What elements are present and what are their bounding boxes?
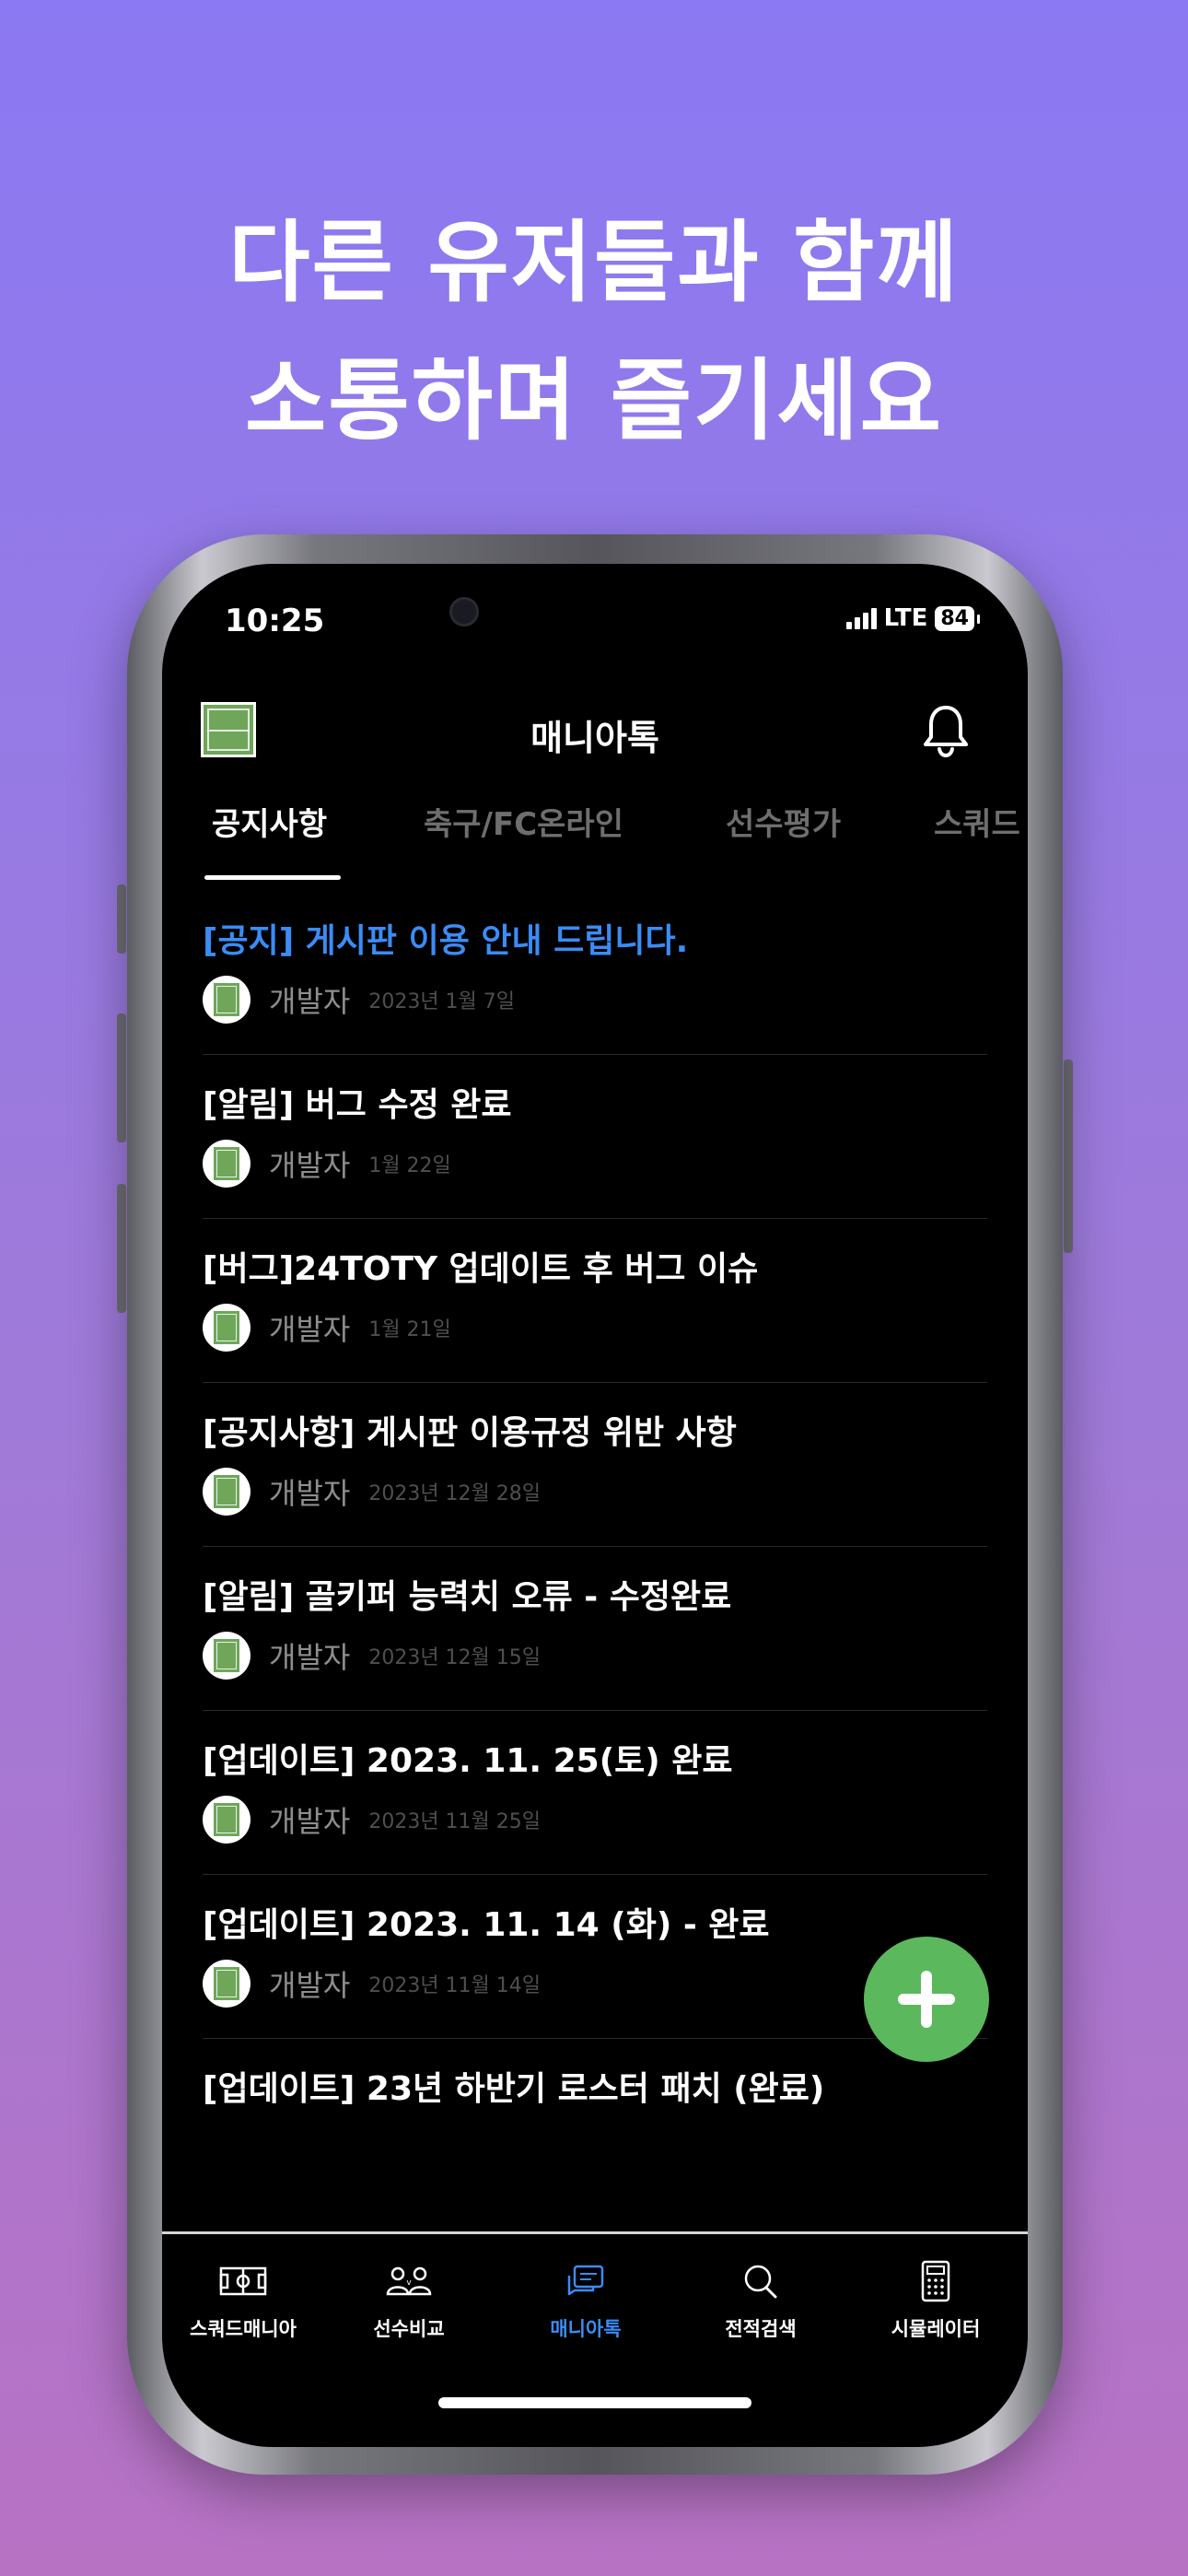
- promo-line-1: 다른 유저들과 함께: [228, 211, 960, 314]
- post-author: 개발자: [269, 1968, 351, 2003]
- list-item[interactable]: [공지사항] 게시판 이용규정 위반 사항 개발자 2023년 12월 28일: [203, 1383, 987, 1547]
- list-item[interactable]: [알림] 버그 수정 완료 개발자 1월 22일: [203, 1055, 987, 1219]
- avatar: [203, 1468, 250, 1516]
- pitch-formation-icon: [219, 2266, 267, 2296]
- nav-mania-talk[interactable]: 매니아톡: [503, 2259, 669, 2342]
- promo-headline: 다른 유저들과 함께 소통하며 즐기세요: [0, 193, 1188, 470]
- dynamic-island: [489, 590, 701, 650]
- post-title: [업데이트] 23년 하반기 로스터 패치 (완료): [203, 2070, 825, 2108]
- avatar: [203, 1632, 250, 1680]
- post-meta: 개발자 1월 22일: [203, 1140, 451, 1188]
- post-date: 2023년 12월 15일: [368, 1646, 542, 1669]
- page-title: 매니아톡: [530, 718, 659, 758]
- post-date: 1월 21일: [368, 1318, 451, 1341]
- bottom-nav-divider: [162, 2231, 1028, 2234]
- nav-squad-mania[interactable]: 스쿼드매니아: [162, 2259, 326, 2342]
- active-tab-indicator: [204, 875, 341, 880]
- phone-side-button: [1064, 1060, 1073, 1253]
- bell-icon[interactable]: [919, 702, 973, 759]
- post-author: 개발자: [269, 1476, 351, 1511]
- battery-icon: 84: [935, 605, 980, 631]
- post-title: [버그]24TOTY 업데이트 후 버그 이슈: [203, 1250, 759, 1288]
- phone-volume-up-button: [117, 1013, 126, 1142]
- avatar: [203, 1960, 250, 2008]
- avatar: [203, 1796, 250, 1844]
- search-icon: [744, 2265, 777, 2299]
- category-tabs: 공지사항 축구/FC온라인 선수평가 스쿼드: [162, 799, 1028, 863]
- phone-screen: 10:25 LTE 84 매니아톡 공지사항 축구/FC온라인 선수평가 스쿼드…: [162, 564, 1028, 2447]
- status-indicators: LTE 84: [845, 604, 980, 632]
- tab-soccer-fc-online[interactable]: 축구/FC온라인: [424, 799, 623, 844]
- post-author: 개발자: [269, 1148, 351, 1183]
- network-label: LTE: [883, 604, 928, 632]
- list-item[interactable]: [알림] 골키퍼 능력치 오류 - 수정완료 개발자 2023년 12월 15일: [203, 1547, 987, 1711]
- post-date: 2023년 1월 7일: [368, 990, 516, 1013]
- nav-record-search[interactable]: 전적검색: [678, 2259, 844, 2342]
- promo-line-2: 소통하며 즐기세요: [245, 349, 943, 452]
- post-meta: 개발자 1월 21일: [203, 1304, 451, 1352]
- post-title: [알림] 골키퍼 능력치 오류 - 수정완료: [203, 1578, 732, 1616]
- nav-label: 선수비교: [373, 2318, 445, 2340]
- post-title: [공지] 게시판 이용 안내 드립니다.: [203, 922, 689, 960]
- app-bar: 매니아톡: [162, 684, 1028, 776]
- post-date: 1월 22일: [368, 1154, 451, 1177]
- post-meta: 개발자 2023년 12월 28일: [203, 1468, 541, 1516]
- list-item[interactable]: [업데이트] 2023. 11. 25(토) 완료 개발자 2023년 11월 …: [203, 1711, 987, 1875]
- home-indicator[interactable]: [438, 2397, 751, 2408]
- add-post-button[interactable]: [864, 1937, 989, 2062]
- nav-label: 스쿼드매니아: [190, 2318, 297, 2340]
- post-meta: 개발자 2023년 11월 25일: [203, 1796, 541, 1844]
- post-date: 2023년 11월 25일: [368, 1810, 542, 1833]
- nav-label: 전적검색: [725, 2318, 797, 2340]
- tab-notice[interactable]: 공지사항: [212, 799, 327, 844]
- tab-squad[interactable]: 스쿼드: [934, 799, 1020, 844]
- avatar: [203, 1140, 250, 1188]
- post-date: 2023년 12월 28일: [368, 1482, 542, 1505]
- phone-volume-down-button: [117, 1184, 126, 1313]
- post-author: 개발자: [269, 1804, 351, 1839]
- post-author: 개발자: [269, 1640, 351, 1675]
- list-item[interactable]: [버그]24TOTY 업데이트 후 버그 이슈 개발자 1월 21일: [203, 1219, 987, 1383]
- avatar: [203, 1304, 250, 1352]
- front-camera: [449, 597, 479, 626]
- svg-text:v: v: [406, 2278, 412, 2288]
- post-title: [알림] 버그 수정 완료: [203, 1086, 512, 1124]
- status-time: 10:25: [225, 603, 325, 639]
- nav-label: 매니아톡: [550, 2318, 622, 2340]
- tab-player-review[interactable]: 선수평가: [726, 799, 841, 844]
- nav-player-compare[interactable]: v 선수비교: [326, 2259, 492, 2342]
- calculator-icon: [921, 2260, 950, 2302]
- players-compare-icon: v: [386, 2266, 432, 2296]
- post-date: 2023년 11월 14일: [368, 1974, 542, 1997]
- avatar: [203, 976, 250, 1024]
- list-item[interactable]: [업데이트] 23년 하반기 로스터 패치 (완료): [203, 2039, 987, 2203]
- post-meta: 개발자 2023년 11월 14일: [203, 1960, 541, 2008]
- post-meta: 개발자 2023년 1월 7일: [203, 976, 515, 1024]
- post-title: [업데이트] 2023. 11. 14 (화) - 완료: [203, 1906, 770, 1944]
- bottom-nav: 스쿼드매니아 v 선수비교 매니아톡 전적검색 시뮬레이터: [162, 2259, 1028, 2360]
- post-author: 개발자: [269, 1312, 351, 1347]
- post-meta: 개발자 2023년 12월 15일: [203, 1632, 541, 1680]
- post-title: [공지사항] 게시판 이용규정 위반 사항: [203, 1414, 737, 1452]
- phone-action-button: [117, 884, 126, 954]
- nav-label: 시뮬레이터: [891, 2318, 981, 2340]
- signal-icon: [845, 607, 877, 629]
- post-author: 개발자: [269, 984, 351, 1019]
- list-item[interactable]: [공지] 게시판 이용 안내 드립니다. 개발자 2023년 1월 7일: [203, 891, 987, 1055]
- post-title: [업데이트] 2023. 11. 25(토) 완료: [203, 1742, 733, 1780]
- chat-bubbles-icon: [567, 2265, 604, 2296]
- nav-simulator[interactable]: 시뮬레이터: [853, 2259, 1019, 2342]
